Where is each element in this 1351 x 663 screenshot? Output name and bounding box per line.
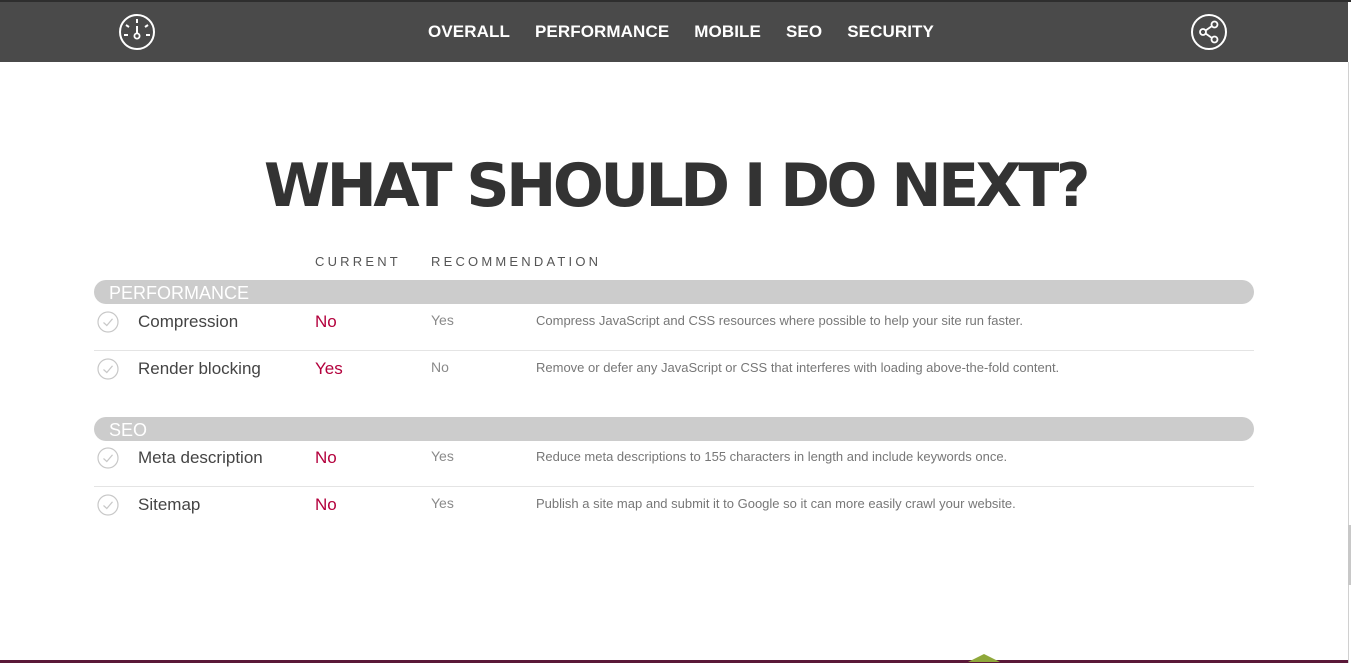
table-row: Sitemap No Yes Publish a site map and su… (94, 487, 1254, 533)
item-name: Render blocking (138, 359, 261, 378)
item-name: Compression (138, 312, 239, 331)
item-name: Meta description (138, 448, 263, 467)
main-nav: OVERALL PERFORMANCE MOBILE SEO SECURITY (0, 2, 1348, 62)
recommended-value: No (431, 359, 449, 375)
page: OVERALL PERFORMANCE MOBILE SEO SECURITY (0, 0, 1351, 663)
section-bar-performance: PERFORMANCE (94, 280, 1254, 304)
section-bar-seo: SEO (94, 417, 1254, 441)
nav-security[interactable]: SECURITY (847, 22, 934, 42)
nav-overall[interactable]: OVERALL (428, 22, 510, 42)
current-value: No (315, 495, 337, 514)
section-title: SEO (109, 420, 148, 440)
current-value: No (315, 448, 337, 467)
table-row: Meta description No Yes Reduce meta desc… (94, 440, 1254, 487)
check-circle-icon (97, 358, 119, 380)
section-title: PERFORMANCE (109, 283, 250, 303)
top-navigation-bar: OVERALL PERFORMANCE MOBILE SEO SECURITY (0, 2, 1348, 62)
recommended-value: Yes (431, 312, 454, 328)
item-name: Sitemap (138, 495, 201, 514)
current-value: Yes (315, 359, 343, 378)
check-circle-icon (97, 494, 119, 516)
column-header-current: CURRENT (315, 254, 401, 269)
nav-performance[interactable]: PERFORMANCE (535, 22, 669, 42)
recommended-value: Yes (431, 448, 454, 464)
speedometer-icon[interactable] (118, 13, 156, 51)
share-icon[interactable] (1190, 13, 1228, 51)
recommendation-description: Compress JavaScript and CSS resources wh… (536, 313, 1024, 328)
column-header-recommendation: RECOMMENDATION (431, 254, 602, 269)
recommended-value: Yes (431, 495, 454, 511)
footer-marker (968, 654, 1000, 662)
check-circle-icon (97, 447, 119, 469)
table-row: Compression No Yes Compress JavaScript a… (94, 304, 1254, 351)
recommendation-description: Reduce meta descriptions to 155 characte… (536, 449, 1008, 464)
current-value: No (315, 312, 337, 331)
page-title: WHAT SHOULD I DO NEXT? (263, 151, 1091, 221)
table-row: Render blocking Yes No Remove or defer a… (94, 351, 1254, 397)
recommendation-description: Remove or defer any JavaScript or CSS th… (536, 360, 1060, 375)
nav-seo[interactable]: SEO (786, 22, 822, 42)
nav-mobile[interactable]: MOBILE (694, 22, 761, 42)
recommendation-description: Publish a site map and submit it to Goog… (536, 496, 1016, 511)
check-circle-icon (97, 311, 119, 333)
